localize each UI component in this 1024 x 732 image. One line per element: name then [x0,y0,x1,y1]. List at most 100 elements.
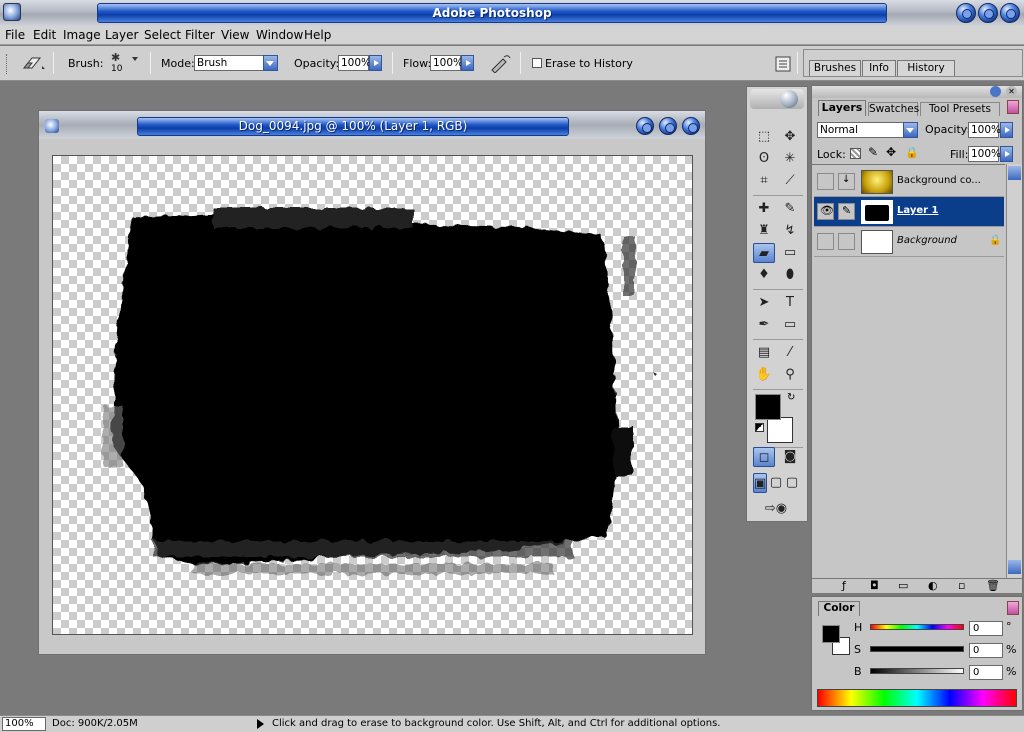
foreground-color-swatch[interactable] [822,625,840,643]
mode-dropdown-button[interactable] [263,55,278,71]
screen-mode-standard-icon[interactable]: ▣ [753,473,767,493]
layer-mask-icon[interactable]: ◘ [870,579,879,592]
saturation-slider[interactable] [870,646,964,652]
brush-picker[interactable]: ✱ 10 [108,51,140,77]
maximize-button[interactable] [978,3,998,23]
layers-scrollbar[interactable] [1006,164,1022,580]
link-toggle[interactable]: ↓ [838,173,855,190]
lock-position-icon[interactable]: ✥ [886,145,896,159]
palette-well-icon[interactable] [775,56,791,72]
scroll-up-button[interactable] [1008,166,1021,180]
menu-help[interactable]: Help [304,28,331,42]
shape-tool-icon[interactable]: ▭ [779,315,801,335]
doc-minimize-button[interactable] [636,117,654,135]
menu-view[interactable]: View [221,28,249,42]
trash-icon[interactable]: 🗑 [986,579,1000,592]
layer-row[interactable]: ↓ Background co... [814,167,1004,197]
hue-input[interactable]: 0 [969,621,1003,636]
visibility-toggle[interactable] [817,233,834,250]
visibility-toggle[interactable]: 👁 [817,203,834,220]
lock-image-icon[interactable]: ✎ [868,145,878,159]
document-title-bar[interactable]: Dog_0094.jpg @ 100% (Layer 1, RGB) [39,111,705,139]
layer-opacity-input[interactable]: 100% [968,122,1001,138]
notes-tool-icon[interactable]: ▤ [753,343,775,363]
color-panel-menu-button[interactable] [1007,601,1019,615]
menu-edit[interactable]: Edit [33,28,56,42]
lasso-tool-icon[interactable]: ʘ [753,149,775,169]
opacity-slider-button[interactable] [369,55,382,71]
image-canvas[interactable] [52,155,693,635]
menu-select[interactable]: Select [144,28,181,42]
menu-image[interactable]: Image [63,28,101,42]
blur-tool-icon[interactable]: ♦ [753,265,775,285]
visibility-toggle[interactable] [817,173,834,190]
eraser-icon[interactable] [18,54,46,72]
eyedropper-tool-icon[interactable]: ⁄ [779,343,801,363]
hue-slider[interactable] [870,624,964,630]
link-toggle[interactable] [838,233,855,250]
photoshop-app-icon[interactable] [3,3,21,21]
new-layer-icon[interactable]: ▫ [958,579,965,592]
erase-to-history-label[interactable]: Erase to History [545,57,633,70]
options-grip[interactable] [6,54,9,74]
layer-row[interactable]: Background 🔒 [814,227,1004,257]
pen-tool-icon[interactable]: ✒ [753,315,775,335]
panel-menu-button[interactable] [1007,100,1019,114]
gradient-tool-icon[interactable]: ▭ [779,243,801,263]
crop-tool-icon[interactable]: ⌗ [753,171,775,191]
panel-close-icon[interactable]: ✕ [1006,86,1017,97]
tab-history[interactable]: History [897,60,955,76]
toolbox-header[interactable] [750,89,804,109]
adjustment-layer-icon[interactable]: ◐ [928,579,938,592]
layer-style-icon[interactable]: ƒ [842,579,846,592]
lock-all-icon[interactable]: 🔒 [905,146,919,159]
clone-stamp-tool-icon[interactable]: ♜ [753,221,775,241]
menu-window[interactable]: Window [256,28,303,42]
eraser-tool-icon[interactable]: ▰ [753,243,775,263]
doc-size[interactable]: Doc: 900K/2.05M [52,718,138,729]
link-toggle[interactable]: ✎ [838,203,855,220]
panel-header[interactable]: ✕ [812,86,1022,98]
flow-input[interactable]: 100% [430,55,463,71]
color-spectrum-bar[interactable] [817,689,1017,707]
document-icon[interactable] [45,119,59,133]
close-button[interactable] [1000,3,1020,23]
adobe-online-icon[interactable] [780,90,798,108]
screen-mode-full-icon[interactable]: ▢ [785,473,799,493]
saturation-input[interactable]: 0 [969,643,1003,658]
magic-wand-tool-icon[interactable]: ✳ [779,149,801,169]
standard-mode-icon[interactable]: ◻ [753,447,775,467]
path-selection-tool-icon[interactable]: ➤ [753,293,775,313]
airbrush-icon[interactable] [489,53,513,73]
lock-transparency-icon[interactable] [850,148,861,159]
status-menu-arrow-icon[interactable] [257,719,264,729]
slice-tool-icon[interactable]: ⟋ [779,171,801,191]
marquee-tool-icon[interactable]: ⬚ [753,127,775,147]
brightness-slider[interactable] [870,668,964,674]
panel-minimize-icon[interactable] [990,86,1001,97]
scroll-down-button[interactable] [1008,560,1021,574]
dodge-tool-icon[interactable]: ⬮ [779,265,801,285]
move-tool-icon[interactable]: ✥ [779,127,801,147]
layer-opacity-slider[interactable] [1000,122,1013,138]
mode-select[interactable]: Brush [194,55,264,71]
menu-file[interactable]: File [5,28,25,42]
fill-input[interactable]: 100% [968,146,1001,162]
erase-to-history-checkbox[interactable] [532,58,542,68]
tab-brushes[interactable]: Brushes [809,60,861,76]
new-folder-icon[interactable]: ▭ [898,579,908,592]
minimize-button[interactable] [956,3,976,23]
flow-slider-button[interactable] [461,55,474,71]
layer-row[interactable]: 👁 ✎ Layer 1 [814,197,1004,227]
background-color-swatch[interactable] [767,417,793,443]
doc-maximize-button[interactable] [659,117,677,135]
history-brush-tool-icon[interactable]: ↯ [779,221,801,241]
tab-swatches[interactable]: Swatches [868,102,919,116]
fill-slider[interactable] [1000,146,1013,162]
screen-mode-full-menu-icon[interactable]: ▢ [769,473,783,493]
tab-color[interactable]: Color [818,601,860,616]
hand-tool-icon[interactable]: ✋ [753,365,775,385]
brightness-input[interactable]: 0 [969,665,1003,680]
foreground-color-swatch[interactable] [755,394,781,420]
tab-layers[interactable]: Layers [818,100,866,116]
